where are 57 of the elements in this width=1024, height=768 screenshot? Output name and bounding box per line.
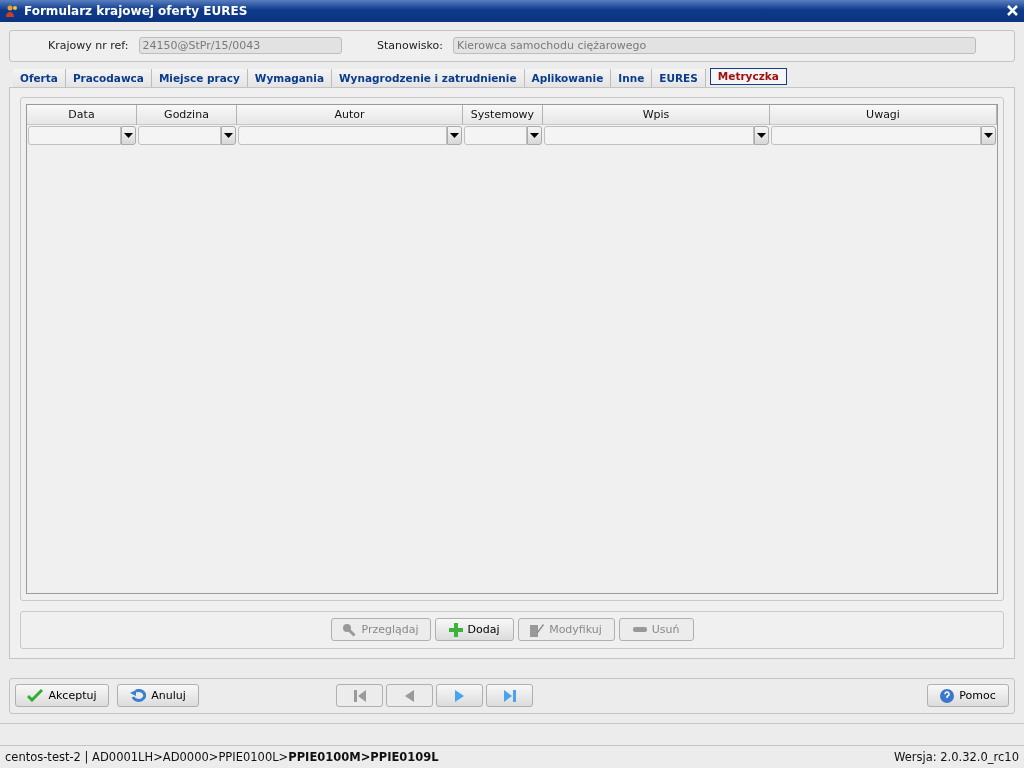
undo-icon — [130, 688, 147, 703]
filter-field[interactable] — [544, 125, 754, 145]
play-icon — [455, 689, 464, 702]
checkmark-icon — [27, 689, 44, 703]
version-text: Wersja: 2.0.32.0_rc10 — [894, 750, 1019, 765]
column-header[interactable]: Systemowy — [463, 104, 543, 125]
help-icon — [940, 688, 955, 703]
field-label: Krajowy nr ref: — [48, 39, 129, 53]
caret-icon — [984, 132, 993, 138]
window-title: Formularz krajowej oferty EURES — [24, 3, 249, 18]
field-label: Stanowisko: — [377, 39, 443, 53]
tab[interactable]: Aplikowanie — [524, 68, 612, 87]
caret-icon — [530, 132, 539, 138]
tab[interactable]: EURES — [652, 68, 706, 87]
navigation-button[interactable] — [486, 684, 533, 708]
tab[interactable]: Wymagania — [247, 68, 332, 87]
dropdown-button[interactable] — [221, 125, 236, 145]
column-header[interactable]: Data — [27, 104, 137, 125]
dropdown-button[interactable] — [527, 125, 542, 145]
filter-field[interactable] — [238, 125, 447, 145]
caret-icon — [757, 132, 766, 138]
filter-field[interactable] — [28, 125, 121, 145]
back-icon — [405, 689, 414, 702]
tab[interactable]: Wynagrodzenie i zatrudnienie — [332, 68, 525, 87]
tab[interactable]: Inne — [611, 68, 653, 87]
pencil-icon — [530, 622, 545, 637]
status-path: centos-test-2 | AD0001LH>AD0000>PPIE0100L>PPIE0100M>PPIE0109L — [5, 750, 439, 765]
skip-back-icon — [353, 689, 366, 702]
help-button[interactable]: Pomoc — [927, 684, 1009, 708]
column-header[interactable]: Wpis — [543, 104, 770, 125]
column-header[interactable]: Uwagi — [770, 104, 997, 125]
filter-field[interactable] — [464, 125, 527, 145]
column-header[interactable]: Godzina — [137, 104, 237, 125]
dropdown-button[interactable] — [981, 125, 996, 145]
caret-icon — [224, 132, 233, 138]
caret-icon — [450, 132, 459, 138]
footer-button[interactable]: Anuluj — [117, 684, 199, 708]
dropdown-button[interactable] — [754, 125, 769, 145]
minus-icon — [632, 627, 647, 633]
action-button[interactable]: Dodaj — [434, 618, 514, 642]
filter-field[interactable] — [138, 125, 221, 145]
skip-forward-icon — [503, 689, 516, 702]
tab[interactable]: Metryczka — [709, 67, 787, 85]
tab[interactable]: Pracodawca — [65, 68, 152, 87]
tab[interactable]: Oferta — [13, 68, 66, 87]
close-icon[interactable] — [1007, 5, 1018, 17]
dropdown-button[interactable] — [121, 125, 136, 145]
people-icon — [6, 4, 18, 17]
tab[interactable]: Miejsce pracy — [151, 68, 248, 87]
dropdown-button[interactable] — [447, 125, 462, 145]
caret-icon — [124, 132, 133, 138]
navigation-button[interactable] — [436, 684, 483, 708]
column-header[interactable]: Autor — [237, 104, 463, 125]
filter-field[interactable] — [771, 125, 981, 145]
plus-icon — [448, 622, 463, 637]
magnifier-icon — [342, 622, 357, 637]
footer-button[interactable]: Akceptuj — [15, 684, 109, 708]
